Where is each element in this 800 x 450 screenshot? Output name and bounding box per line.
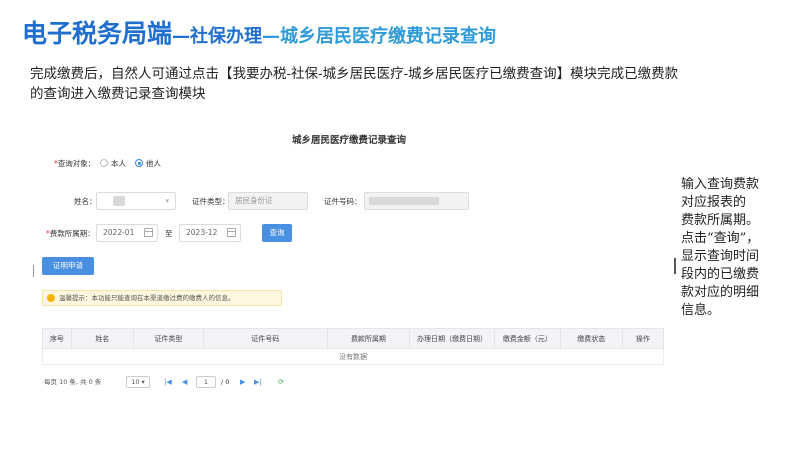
- radio-other-label[interactable]: 他人: [146, 158, 161, 169]
- page-number-input[interactable]: 1: [196, 376, 216, 388]
- records-table: 序号 姓名 证件类型 证件号码 费款所属期 办理日期（缴费日期） 缴费金额（元）…: [42, 328, 665, 365]
- tip-banner: 温馨提示：本功能只能查询在本渠道缴过费的缴费人的信息。: [42, 290, 282, 306]
- pager-summary: 每页 10 条, 共 0 条: [44, 378, 102, 386]
- query-button[interactable]: 查询: [262, 224, 292, 242]
- intro-text: 完成缴费后，自然人可通过点击【我要办税-社保-城乡居民医疗-城乡居民医疗已缴费查…: [30, 66, 679, 102]
- masked-name: [113, 196, 125, 206]
- page-size-select[interactable]: 10 ▾: [126, 376, 150, 388]
- certificate-apply-button[interactable]: 证明申请: [42, 257, 94, 275]
- slide-title-main: 电子税务局端: [22, 19, 173, 48]
- chevron-down-icon: ▾: [165, 197, 169, 205]
- slide-title-sub2: 城乡居民医疗缴费记录查询: [280, 26, 497, 47]
- col-header: 缴费状态: [559, 328, 623, 349]
- id-type-label: 证件类型：: [192, 197, 230, 206]
- id-number-field[interactable]: [364, 192, 469, 210]
- period-end-input[interactable]: 2023-12: [179, 224, 241, 242]
- refresh-icon[interactable]: ⟳: [278, 376, 284, 388]
- tip-text: 温馨提示：本功能只能查询在本渠道缴过费的缴费人的信息。: [59, 294, 235, 302]
- radio-other[interactable]: [135, 159, 143, 167]
- next-page-icon[interactable]: ▶: [240, 376, 245, 388]
- last-page-icon[interactable]: ▶|: [254, 376, 262, 388]
- divider: [674, 258, 676, 274]
- id-number-label: 证件号码：: [324, 197, 362, 206]
- calendar-icon: [227, 228, 236, 237]
- name-label: 姓名：: [74, 197, 97, 206]
- period-to-label: 至: [165, 229, 173, 238]
- slide-title-sub: 社保办理: [190, 26, 263, 47]
- side-note-line: 款对应的明细: [681, 285, 760, 300]
- side-note-line: 对应报表的: [681, 195, 747, 210]
- first-page-icon[interactable]: |◀: [164, 376, 172, 388]
- slide-title-separator: —: [262, 26, 281, 47]
- name-select[interactable]: ▾: [96, 192, 176, 210]
- total-pages: / 0: [221, 378, 230, 386]
- side-note-line: 显示查询时间: [681, 249, 760, 264]
- divider: [33, 265, 34, 277]
- side-note-line: 输入查询费款: [681, 177, 760, 192]
- col-header: 缴费金额（元）: [493, 328, 561, 349]
- table-header-row: 序号 姓名 证件类型 证件号码 费款所属期 办理日期（缴费日期） 缴费金额（元）…: [42, 328, 665, 349]
- side-note-line: 信息。: [681, 303, 721, 318]
- radio-self[interactable]: [100, 159, 108, 167]
- warning-icon: [47, 294, 55, 302]
- col-header: 费款所属期: [326, 328, 411, 349]
- col-header: 序号: [42, 328, 72, 349]
- empty-state: 没有数据: [42, 348, 664, 365]
- period-label: *费款所属期：: [46, 229, 95, 238]
- side-note: 输入查询费款 对应报表的 费款所属期。 点击“查询”， 显示查询时间 段内的已缴…: [681, 176, 799, 320]
- side-note-line: 费款所属期。: [681, 213, 760, 228]
- slide-title-separator: —: [172, 26, 191, 47]
- form-title: 城乡居民医疗缴费记录查询: [291, 135, 406, 146]
- radio-self-label[interactable]: 本人: [111, 158, 126, 169]
- col-header: 证件号码: [202, 328, 328, 349]
- col-header: 证件类型: [132, 328, 204, 349]
- slide-title: 电子税务局端—社保办理—城乡居民医疗缴费记录查询: [22, 14, 496, 50]
- prev-page-icon[interactable]: ◀: [182, 376, 187, 388]
- period-start-input[interactable]: 2022-01: [96, 224, 158, 242]
- side-note-line: 段内的已缴费: [681, 267, 760, 282]
- col-header: 姓名: [70, 328, 134, 349]
- table-row: 没有数据: [42, 348, 664, 365]
- query-target-label: *查询对象：: [54, 159, 96, 168]
- col-header: 办理日期（缴费日期）: [409, 328, 495, 349]
- masked-id-number: [369, 197, 439, 205]
- calendar-icon: [144, 228, 153, 237]
- id-type-field[interactable]: 居民身份证: [228, 192, 308, 210]
- side-note-line: 点击“查询”，: [681, 231, 760, 246]
- query-form-screenshot: 城乡居民医疗缴费记录查询 *查询对象： 本人 他人 姓名： ▾ 证件类型： 居民…: [34, 120, 665, 405]
- col-header: 操作: [621, 328, 665, 349]
